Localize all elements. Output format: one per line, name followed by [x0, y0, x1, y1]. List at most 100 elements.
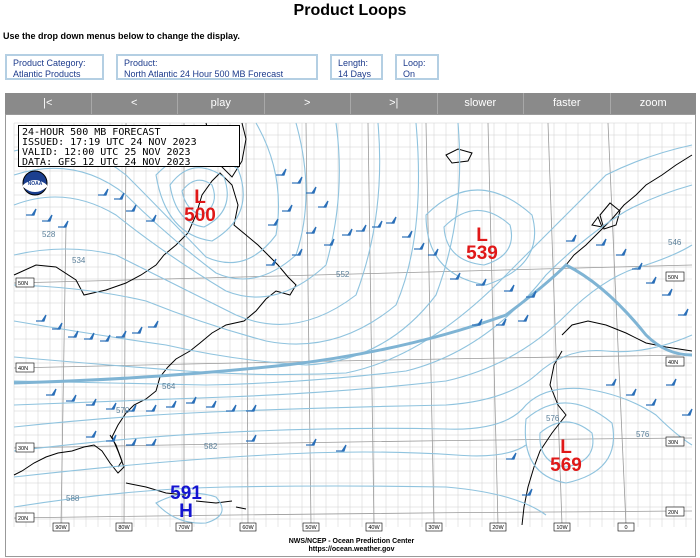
wind-barb-flag: [62, 220, 69, 228]
wind-barb-flag: [152, 320, 159, 328]
coastlines: [13, 122, 693, 526]
lat-label-right: 30N: [668, 440, 678, 446]
high-pressure-system: 591 H: [166, 484, 206, 522]
wind-barb-flag: [340, 444, 347, 452]
noaa-logo-icon: NOAA: [22, 170, 48, 196]
contour-588: [13, 485, 547, 516]
wind-barb-flag: [600, 238, 607, 246]
wind-barb-flag: [620, 248, 627, 256]
lat-label-right: 40N: [668, 360, 678, 366]
product-select[interactable]: Product: North Atlantic 24 Hour 500 MB F…: [116, 54, 318, 80]
length-select[interactable]: Length: 14 Days: [330, 54, 383, 80]
lon-line-20w: [487, 122, 499, 526]
wind-barb-flag: [390, 216, 397, 224]
wind-barb-flag: [522, 314, 529, 322]
contour-label: 552: [336, 270, 350, 279]
wind-barb-flag: [210, 400, 217, 408]
iceland: [445, 148, 473, 164]
wind-barb-flag: [650, 276, 657, 284]
contour-label: 546: [668, 238, 682, 247]
product-category-select[interactable]: Product Category: Atlantic Products: [5, 54, 104, 80]
contour-label: 588: [66, 494, 80, 503]
map-canvas: 528 534 552 564 570 576 582 588 576 546 …: [13, 122, 693, 532]
map-major-grid: [13, 122, 693, 526]
low-pressure-system: L 539: [462, 226, 502, 264]
slower-button[interactable]: slower: [438, 93, 524, 114]
svg-text:NOAA: NOAA: [28, 181, 43, 187]
wind-barb-flag: [376, 220, 383, 228]
wind-barb-flag: [230, 404, 237, 412]
length-label: Length:: [338, 58, 369, 68]
credit-line-2[interactable]: https://ocean.weather.gov: [6, 546, 695, 554]
lon-line-30w: [425, 122, 435, 526]
product-value: North Atlantic 24 Hour 500 MB Forecast: [124, 69, 284, 79]
wind-barb-flag: [72, 330, 79, 338]
play-button[interactable]: play: [178, 93, 265, 114]
wind-barb-flag: [360, 224, 367, 232]
contour-label: 582: [204, 442, 218, 451]
lat-label-right: 20N: [668, 510, 678, 516]
wind-barb-flag: [630, 388, 637, 396]
lon-label: 90W: [55, 525, 67, 531]
wind-barb-flag: [650, 398, 657, 406]
wind-barb-flag: [90, 430, 97, 438]
loop-controls: |< < play > >| slower faster zoom: [5, 93, 696, 114]
lon-label: 70W: [178, 525, 190, 531]
high-symbol: H: [179, 501, 193, 522]
lat-label-left: 40N: [18, 366, 28, 372]
wind-barb-flag: [432, 248, 439, 256]
lon-label: 20W: [492, 525, 504, 531]
map-credit: NWS/NCEP - Ocean Prediction Center https…: [6, 538, 695, 554]
low-value: 500: [184, 205, 216, 226]
low-value: 539: [466, 243, 498, 264]
wind-barb-flag: [30, 208, 37, 216]
low-pressure-system: L 500: [180, 188, 220, 226]
contour-552: [13, 144, 693, 376]
contour-label: 564: [162, 382, 176, 391]
wind-barb-flag: [56, 322, 63, 330]
lon-label: 0: [624, 525, 627, 531]
wind-barb-flag: [686, 408, 693, 416]
lat-label-right: 50N: [668, 275, 678, 281]
faster-button[interactable]: faster: [524, 93, 611, 114]
wind-barb-flag: [508, 284, 515, 292]
wind-barb-flag: [480, 278, 487, 286]
next-frame-button[interactable]: >: [265, 93, 351, 114]
lat-label-left: 50N: [18, 281, 28, 287]
info-line-data: DATA: GFS 12 UTC 24 NOV 2023: [22, 157, 191, 168]
loop-value: On: [403, 69, 416, 79]
weather-map: 528 534 552 564 570 576 582 588 576 546 …: [5, 114, 696, 557]
first-frame-button[interactable]: |<: [5, 93, 92, 114]
wind-barb-flag: [102, 188, 109, 196]
product-category-label: Product Category:: [13, 58, 86, 68]
length-value: 14 Days: [338, 69, 372, 79]
loop-select[interactable]: Loop: On: [395, 54, 439, 80]
lon-label: 10W: [556, 525, 568, 531]
lon-line-80w: [123, 122, 127, 526]
wind-barb-flag: [636, 262, 643, 270]
last-frame-button[interactable]: >|: [351, 93, 438, 114]
wind-barb-flag: [40, 314, 47, 322]
wind-barb-flag: [570, 234, 577, 242]
contour-label: 576: [636, 430, 650, 439]
contour-label: 534: [72, 256, 86, 265]
contour-582: [13, 444, 527, 478]
previous-frame-button[interactable]: <: [92, 93, 178, 114]
zoom-button[interactable]: zoom: [611, 93, 697, 114]
lon-label: 50W: [305, 525, 317, 531]
wind-barb-flag: [136, 326, 143, 334]
loop-label: Loop:: [403, 58, 426, 68]
iberia-coast: [561, 320, 693, 352]
wind-barb-flag: [280, 168, 287, 176]
wind-barb-flag: [150, 214, 157, 222]
lon-line-60w: [245, 122, 249, 526]
contour-label: 570: [116, 406, 130, 415]
wind-barb-flag: [666, 288, 673, 296]
product-category-value: Atlantic Products: [13, 69, 81, 79]
wind-barb-flag: [50, 388, 57, 396]
lon-label: 60W: [242, 525, 254, 531]
lon-label: 80W: [118, 525, 130, 531]
contour-label: 528: [42, 230, 56, 239]
wind-barb-flag: [120, 330, 127, 338]
wind-barb-flag: [150, 438, 157, 446]
